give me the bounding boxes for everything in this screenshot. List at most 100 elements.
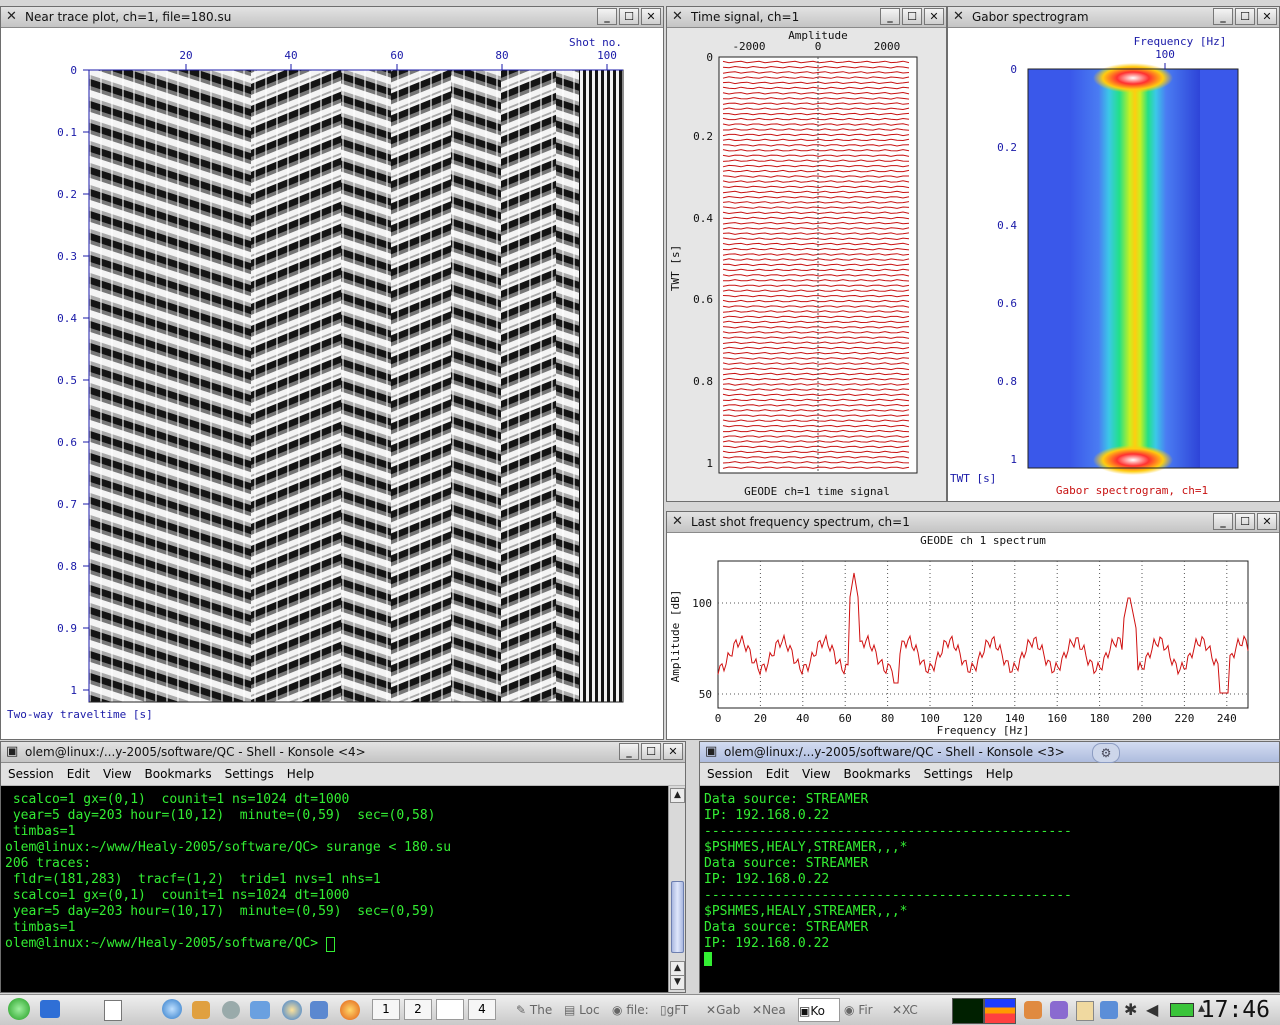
close-button[interactable]: ✕ [1257,8,1277,25]
globe-icon: ◉ [612,1003,623,1017]
terminal-icon[interactable]: ▣ [6,745,18,759]
maximize-button[interactable]: ☐ [1235,513,1255,530]
task-label: Nea [762,1003,786,1017]
y-tick-label: 50 [699,688,712,701]
taskbar: 1 2 3 4 ✎ The ▤ Loc ◉ file: ▯gFT ✕Gab ✕N… [0,994,1280,1025]
minimize-button[interactable]: _ [597,8,617,25]
home-icon[interactable] [40,1000,60,1018]
scroll-thumb[interactable] [671,881,684,953]
desktop-2-button[interactable]: 2 [404,999,432,1020]
desktop-4-button[interactable]: 4 [468,999,496,1020]
near-trace-plot: 20 40 60 80 100 Shot no. 0 0.1 0.2 0.3 0… [1,28,663,739]
maximize-button[interactable]: ☐ [1235,8,1255,25]
window-title: Near trace plot, ch=1, file=180.su [25,10,232,24]
menu-view[interactable]: View [96,767,137,781]
minimize-button[interactable]: _ [880,8,900,25]
task-button[interactable]: ▣Ko [798,998,840,1022]
menubar: Session Edit View Bookmarks Settings Hel… [1,763,685,786]
close-button[interactable]: ✕ [1257,513,1277,530]
app-icon[interactable]: ✕ [672,515,683,529]
menu-bookmarks[interactable]: Bookmarks [138,767,218,781]
x-tick-label: 20 [754,712,767,725]
document-icon[interactable] [104,1000,122,1021]
spectrum-plot: 0 20 40 60 80 100 120 140 160 180 200 220 240 GEODE … [667,533,1279,739]
scroll-up-arrow-icon[interactable]: ▲ [670,961,685,976]
close-button[interactable]: ✕ [663,743,683,760]
globe-icon[interactable] [282,1000,302,1020]
y-tick-label: 0.6 [693,293,713,306]
menu-settings[interactable]: Settings [218,767,280,781]
menu-session[interactable]: Session [700,767,759,781]
minimize-button[interactable]: _ [1213,8,1233,25]
task-button[interactable]: ✕XC [892,998,936,1022]
konsole4-window: ▣ olem@linux:/...y-2005/software/QC - Sh… [0,741,686,993]
chart-title: GEODE ch 1 spectrum [920,534,1046,547]
y-tick-label: 0.3 [57,250,77,263]
clock[interactable]: 17:46 [1201,997,1270,1023]
maximize-button[interactable]: ☐ [902,8,922,25]
desktop-3-button[interactable]: 3 [436,999,464,1020]
terminal-icon[interactable]: ▣ [705,745,717,759]
task-button[interactable]: ▯gFT [660,998,702,1022]
desktop-1-button[interactable]: 1 [372,999,400,1020]
scroll-down-arrow-icon[interactable]: ▼ [670,975,685,990]
app-icon[interactable]: ✕ [953,10,964,24]
menu-session[interactable]: Session [1,767,60,781]
menu-view[interactable]: View [795,767,836,781]
x-tick-label: 220 [1174,712,1194,725]
keyboard-icon[interactable] [1100,1001,1118,1019]
menu-help[interactable]: Help [280,767,320,781]
task-button[interactable]: ▤ Loc [564,998,608,1022]
app-icon[interactable]: ✕ [6,10,17,24]
y-axis-label: TWT [s] [669,245,682,291]
app-icon[interactable]: ✕ [672,10,683,24]
gimp-icon[interactable] [192,1001,210,1019]
titlebar[interactable]: ✕ Time signal, ch=1 _ ☐ ✕ [667,7,946,28]
x-tick-label: -2000 [732,40,765,53]
titlebar[interactable]: ✕ Gabor spectrogram _ ☐ ✕ [948,7,1279,28]
settings-icon[interactable] [162,999,182,1019]
scrollbar[interactable]: ▲ ▲ ▼ [668,786,685,992]
titlebar[interactable]: ▣ olem@linux:/...y-2005/software/QC - Sh… [1,742,685,763]
minimize-button[interactable]: _ [1213,513,1233,530]
scroll-up-arrow-icon[interactable]: ▲ [670,788,685,803]
battery-icon[interactable] [1170,1003,1194,1017]
menu-edit[interactable]: Edit [759,767,795,781]
terminal-output[interactable]: Data source: STREAMER IP: 192.168.0.22 ---… [700,786,1279,992]
titlebar[interactable]: ✕ Near trace plot, ch=1, file=180.su _ ☐… [1,7,663,28]
task-button[interactable]: ◉ Fir [844,998,888,1022]
task-button[interactable]: ✕Gab [706,998,748,1022]
system-tray-icon[interactable] [1024,1001,1042,1019]
x-tick-label: 100 [597,49,617,62]
task-label: Gab [716,1003,741,1017]
menu-edit[interactable]: Edit [60,767,96,781]
minimize-button[interactable]: _ [619,743,639,760]
memory-monitor [984,998,1016,1024]
tools-icon[interactable] [222,1001,240,1019]
network-icon[interactable] [250,1001,270,1019]
bluetooth-icon[interactable]: ✱ [1124,1000,1137,1019]
terminal-line: scalco=1 gx=(0,1) counit=1 ns=1024 dt=10… [5,792,350,807]
kde-logo-icon[interactable]: ⚙ [1092,743,1120,763]
close-button[interactable]: ✕ [641,8,661,25]
titlebar[interactable]: ▣ olem@linux:/...y-2005/software/QC - Sh… [700,742,1279,763]
maximize-button[interactable]: ☐ [641,743,661,760]
titlebar[interactable]: ✕ Last shot frequency spectrum, ch=1 _ ☐… [667,512,1279,533]
menu-settings[interactable]: Settings [917,767,979,781]
task-button[interactable]: ◉ file: [612,998,656,1022]
task-button[interactable]: ✕Nea [752,998,794,1022]
y-tick-label: 0.4 [997,219,1017,232]
konqueror-icon[interactable] [310,1001,328,1019]
clipboard-icon[interactable] [1076,1001,1094,1021]
close-button[interactable]: ✕ [924,8,944,25]
system-tray-icon[interactable] [1050,1001,1068,1019]
menu-bookmarks[interactable]: Bookmarks [837,767,917,781]
spectrum-window: ✕ Last shot frequency spectrum, ch=1 _ ☐… [666,511,1280,740]
firefox-icon[interactable] [340,1000,360,1020]
terminal-output[interactable]: scalco=1 gx=(0,1) counit=1 ns=1024 dt=10… [1,786,668,992]
task-button[interactable]: ✎ The [516,998,560,1022]
menu-help[interactable]: Help [979,767,1019,781]
volume-icon[interactable]: ◀ [1146,1000,1158,1019]
kde-menu-icon[interactable] [8,998,30,1020]
maximize-button[interactable]: ☐ [619,8,639,25]
